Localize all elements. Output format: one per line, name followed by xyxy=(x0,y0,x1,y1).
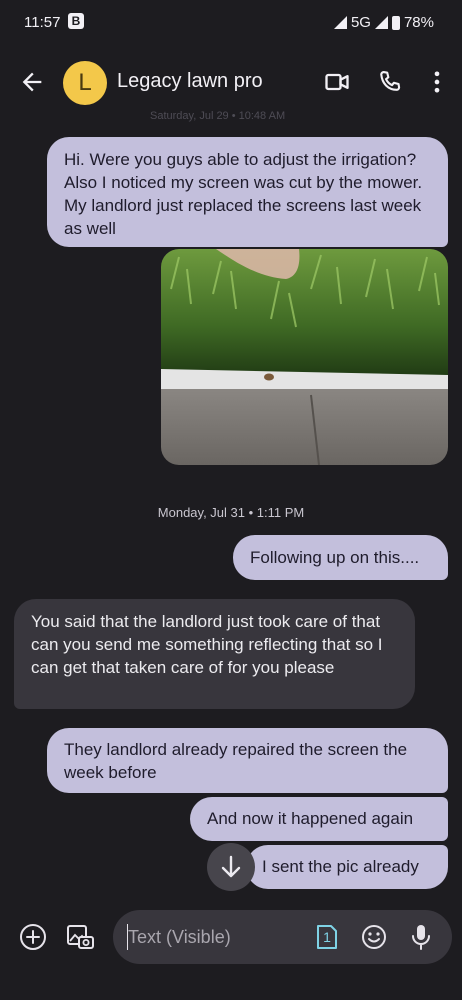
lawn-photo-image xyxy=(161,249,448,465)
microphone-icon[interactable] xyxy=(406,922,436,952)
add-attachment-icon[interactable] xyxy=(18,922,48,952)
notification-badge: B xyxy=(68,13,84,29)
message-composer: 1 xyxy=(0,905,462,969)
date-divider: Monday, Jul 31 • 1:11 PM xyxy=(157,505,305,520)
message-bubble-outgoing[interactable]: Following up on this.... xyxy=(233,535,448,580)
gallery-camera-icon[interactable] xyxy=(65,922,95,952)
message-input-container[interactable]: 1 xyxy=(113,910,452,964)
message-bubble-outgoing[interactable]: They landlord already repaired the scree… xyxy=(47,728,448,793)
network-type: 5G xyxy=(350,14,371,31)
status-icons: 5G 78% xyxy=(333,14,434,31)
emoji-icon[interactable] xyxy=(359,922,389,952)
arrow-down-icon xyxy=(221,855,241,878)
battery-icon xyxy=(391,15,400,30)
message-bubble-incoming[interactable]: You said that the landlord just took car… xyxy=(14,599,415,709)
conversation-header: L Legacy lawn pro xyxy=(0,54,462,110)
phone-call-icon[interactable] xyxy=(376,68,404,96)
avatar[interactable]: L xyxy=(63,61,107,105)
sim-selector-button[interactable]: 1 xyxy=(316,924,338,950)
message-input[interactable] xyxy=(128,925,308,949)
message-bubble-outgoing[interactable]: Hi. Were you guys able to adjust the irr… xyxy=(47,137,448,247)
battery-percent: 78% xyxy=(403,14,434,31)
more-options-icon[interactable] xyxy=(423,68,451,96)
video-call-icon[interactable] xyxy=(323,68,351,96)
status-time: 11:57 xyxy=(24,14,61,31)
previous-date-divider: Saturday, Jul 29 • 10:48 AM xyxy=(150,110,286,122)
scroll-to-bottom-button[interactable] xyxy=(207,843,255,891)
contact-name[interactable]: Legacy lawn pro xyxy=(117,70,263,93)
sim-number: 1 xyxy=(323,929,331,945)
signal-strength-icon xyxy=(374,16,388,29)
back-arrow-icon[interactable] xyxy=(18,68,46,96)
message-bubble-outgoing[interactable]: And now it happened again xyxy=(190,797,448,841)
message-photo[interactable] xyxy=(161,249,448,465)
signal-icon xyxy=(333,16,347,29)
message-bubble-outgoing[interactable]: I sent the pic already xyxy=(246,845,448,889)
status-bar: 11:57 B 5G 78% xyxy=(0,0,462,46)
